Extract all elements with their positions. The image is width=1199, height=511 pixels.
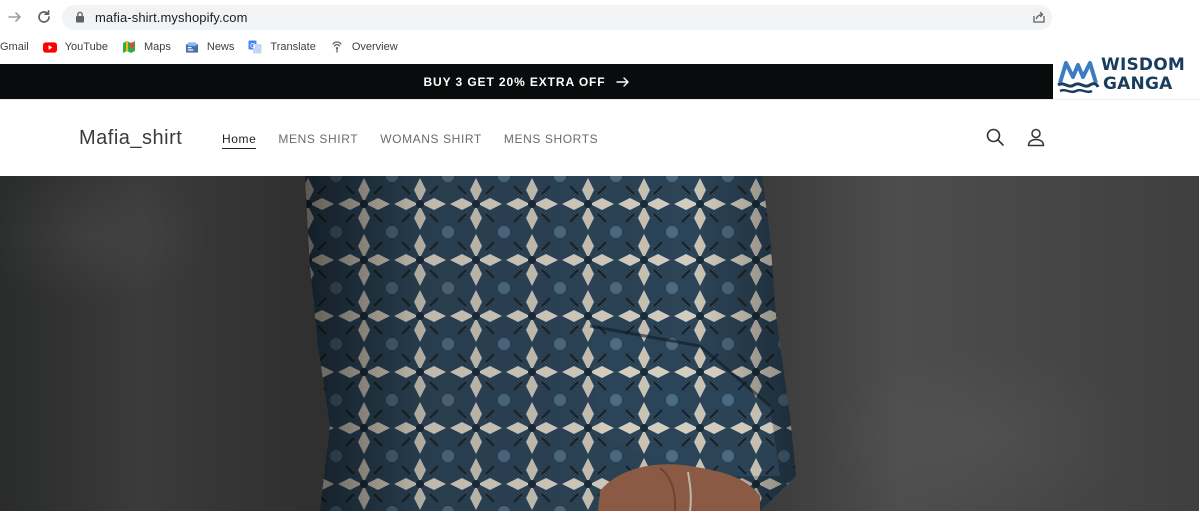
arrow-right-icon — [615, 76, 629, 87]
svg-text:G: G — [250, 42, 255, 50]
bookmark-maps[interactable]: Maps — [122, 37, 171, 57]
account-icon[interactable] — [1026, 127, 1046, 147]
bookmark-translate[interactable]: G Translate — [248, 37, 316, 57]
menu-item-mens-shirt[interactable]: MENS SHIRT — [278, 132, 358, 149]
bookmark-gmail[interactable]: Gmail — [0, 37, 29, 57]
bookmarks-bar: Gmail YouTube Maps News G Translate Over… — [0, 37, 412, 57]
announcement-bar[interactable]: BUY 3 GET 20% EXTRA OFF — [0, 64, 1053, 99]
share-icon[interactable] — [1032, 10, 1046, 24]
menu-item-womans-shirt[interactable]: WOMANS SHIRT — [380, 132, 482, 149]
bookmark-label: Gmail — [0, 41, 29, 53]
store-title[interactable]: Mafia_shirt — [79, 127, 182, 150]
forward-button[interactable] — [4, 6, 26, 28]
bookmark-label: News — [206, 41, 235, 53]
bookmark-news[interactable]: News — [185, 37, 235, 57]
translate-icon: G — [248, 40, 262, 54]
youtube-icon — [42, 40, 57, 54]
shop-header: Mafia_shirt Home MENS SHIRT WOMANS SHIRT… — [0, 99, 1199, 176]
lock-icon — [76, 11, 84, 23]
announcement-text[interactable]: BUY 3 GET 20% EXTRA OFF — [423, 75, 605, 89]
url-text[interactable]: mafia-shirt.myshopify.com — [95, 10, 248, 25]
overview-icon — [330, 40, 344, 54]
reload-icon — [38, 9, 50, 23]
bookmark-label: Maps — [143, 41, 171, 53]
hero-shirt-illustration — [305, 176, 796, 511]
arrow-right-icon — [8, 12, 21, 22]
browser-chrome: mafia-shirt.myshopify.com Gmail YouTube — [0, 0, 1053, 64]
bookmark-label: Overview — [351, 41, 398, 53]
bookmark-youtube[interactable]: YouTube — [42, 37, 108, 57]
address-bar[interactable]: mafia-shirt.myshopify.com — [62, 5, 1052, 30]
hero-banner-image — [0, 176, 1199, 511]
bookmark-label: Translate — [270, 41, 316, 53]
menu-item-home[interactable]: Home — [222, 132, 257, 149]
reload-button[interactable] — [33, 6, 55, 28]
wisdom-ganga-watermark: WISDOM GANGA — [1053, 52, 1199, 98]
search-icon[interactable] — [985, 127, 1005, 147]
wisdom-ganga-logo-icon — [1057, 61, 1100, 94]
main-menu: Home MENS SHIRT WOMANS SHIRT MENS SHORTS — [222, 132, 620, 149]
bookmark-overview[interactable]: Overview — [330, 37, 398, 57]
watermark-line-2: GANGA — [1103, 74, 1173, 94]
watermark-line-1: WISDOM — [1101, 55, 1186, 75]
menu-item-mens-shorts[interactable]: MENS SHORTS — [504, 132, 598, 149]
bookmark-label: YouTube — [64, 41, 108, 53]
maps-icon — [122, 40, 136, 54]
news-icon — [185, 40, 199, 54]
